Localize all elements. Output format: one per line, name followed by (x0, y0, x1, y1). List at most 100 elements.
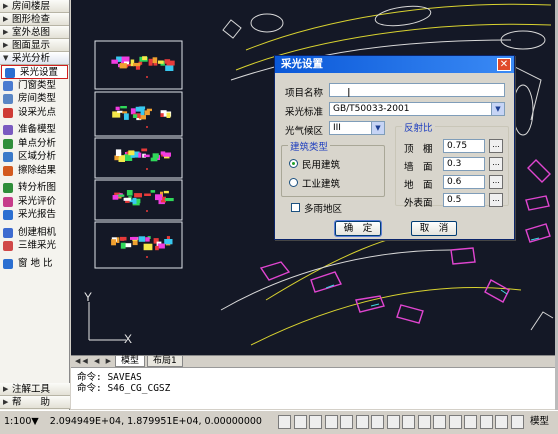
wall-input[interactable]: 0.3 (443, 157, 485, 171)
chevron-down-icon[interactable]: ▼ (491, 103, 504, 115)
floor-plan-mark (123, 197, 131, 201)
model-space-label[interactable]: 模型 (530, 411, 549, 433)
floor-plan-mark (133, 114, 138, 118)
floor-browse-button[interactable]: ... (489, 175, 503, 189)
chevron-down-icon[interactable]: ▼ (371, 122, 384, 134)
dialog-titlebar[interactable]: 采光设置 ✕ (275, 56, 514, 73)
panel-item-13[interactable]: 窗 地 比 (0, 257, 69, 271)
area-icon (3, 152, 13, 162)
tab-layout1[interactable]: 布局1 (147, 356, 183, 367)
panel-item-2[interactable]: 房间类型 (0, 92, 69, 106)
standard-label: 采光标准 (285, 107, 324, 118)
ducs-icon[interactable] (371, 415, 384, 429)
close-icon[interactable]: ✕ (497, 58, 511, 71)
panel-section-1[interactable]: ▶ 图形检查 (0, 13, 69, 26)
command-window[interactable]: 命令: SAVEAS 命令: S46_CG_CGSZ (71, 367, 555, 409)
floor-plan-mark (138, 236, 146, 242)
exterior-input[interactable]: 0.5 (443, 193, 485, 207)
expand-arrow-icon: ▶ (3, 41, 9, 49)
panel-item-0[interactable]: 采光设置 (1, 65, 68, 79)
panel-bottom-section-label: 注解工具 (12, 384, 51, 395)
panel-section-0[interactable]: ▶ 房间楼层 (0, 0, 69, 13)
convert-icon (3, 183, 13, 193)
panel-item-6[interactable]: 区域分析 (0, 150, 69, 164)
radio-civil[interactable] (289, 159, 298, 168)
sc-icon[interactable] (433, 415, 446, 429)
panel-bottom-section-0[interactable]: ▶ 注解工具 (0, 383, 70, 396)
dyn-icon[interactable] (386, 415, 400, 429)
ortho-icon[interactable] (309, 415, 322, 429)
annotation-icon[interactable] (464, 415, 477, 429)
floor-plan-mark (160, 151, 166, 155)
lwt-icon[interactable] (402, 415, 415, 429)
axis-y-label: Y (84, 290, 92, 304)
floor-plan-mark (120, 242, 126, 249)
floor-plan-mark (166, 60, 175, 66)
radio-civil-label[interactable]: 民用建筑 (302, 157, 340, 171)
panel-item-1[interactable]: 门窗类型 (0, 79, 69, 93)
panel-section-daylight[interactable]: ▼ 采光分析 (0, 52, 69, 65)
panel-item-10[interactable]: 采光报告 (0, 208, 69, 222)
cancel-button[interactable]: 取 消 (411, 221, 457, 236)
ratio-icon (3, 258, 13, 269)
panel-item-10-label: 采光报告 (18, 209, 57, 220)
panel-section-3[interactable]: ▶ 图面显示 (0, 39, 69, 52)
panel-item-4[interactable]: 准备模型 (0, 123, 69, 137)
model-icon[interactable] (448, 415, 462, 429)
osnap-icon[interactable] (340, 415, 353, 429)
multi-rain-label[interactable]: 多雨地区 (304, 201, 342, 215)
command-line-2: 命令: S46_CG_CGSZ (77, 383, 171, 394)
radio-industrial[interactable] (289, 178, 298, 187)
floor-plan-mark (132, 197, 137, 204)
floor-plan-mark (135, 65, 140, 70)
panel-item-9[interactable]: 采光评价 (0, 195, 69, 209)
panel-bottom-section-1[interactable]: ▶ 帮 助 (0, 396, 70, 409)
floor-plan-mark (120, 106, 127, 109)
floor-plan-mark (148, 58, 153, 66)
panel-item-1-label: 门窗类型 (18, 79, 57, 91)
floor-plan-mark (164, 239, 173, 245)
panel-item-3-label: 设采光点 (18, 106, 57, 118)
radio-industrial-label[interactable]: 工业建筑 (302, 176, 340, 190)
scale-selector[interactable]: 1:100▼ (4, 416, 39, 427)
panel-item-8[interactable]: 转分析图 (0, 181, 69, 195)
floor-plan-mark (134, 193, 142, 198)
panel-item-11[interactable]: 创建相机 (0, 226, 69, 240)
panel-item-5[interactable]: 单点分析 (0, 137, 69, 151)
climate-zone-value: III (333, 123, 341, 133)
polar-icon[interactable] (324, 415, 338, 429)
floor-plan-mark (152, 57, 158, 64)
standard-select[interactable]: GB/T50033-2001 ▼ (329, 102, 505, 116)
floor-plan-mark (143, 243, 153, 251)
ceiling-browse-button[interactable]: ... (489, 139, 503, 153)
expand-arrow-icon: ▶ (3, 385, 9, 393)
floor-plan-mark (143, 154, 150, 158)
panel-item-7[interactable]: 擦除结果 (0, 164, 69, 178)
evaluate-icon (3, 196, 13, 207)
grid-icon[interactable] (293, 415, 307, 429)
floor-plan-mark (163, 190, 169, 194)
project-name-input[interactable] (329, 83, 505, 97)
clean-icon[interactable] (510, 415, 524, 429)
qp-icon[interactable] (417, 415, 431, 429)
lock-icon[interactable] (495, 415, 508, 429)
otrack-icon[interactable] (355, 415, 369, 429)
floor-plan-mark (139, 106, 146, 110)
expand-arrow-icon: ▶ (3, 28, 9, 36)
floor-plan-mark (155, 245, 159, 251)
panel-item-3[interactable]: 设采光点 (0, 106, 69, 120)
tab-model[interactable]: 模型 (115, 356, 146, 367)
wall-browse-button[interactable]: ... (489, 157, 503, 171)
floor-input[interactable]: 0.6 (443, 175, 485, 189)
panel-item-12[interactable]: 三维采光 (0, 239, 69, 253)
ceiling-input[interactable]: 0.75 (443, 139, 485, 153)
ok-button[interactable]: 确 定 (334, 220, 382, 237)
exterior-browse-button[interactable]: ... (489, 193, 503, 207)
panel-section-2[interactable]: ▶ 室外总图 (0, 26, 69, 39)
climate-zone-select[interactable]: III ▼ (329, 121, 385, 135)
snap-icon[interactable] (278, 415, 291, 429)
climate-zone-label: 光气候区 (285, 126, 324, 137)
floor-plan-dot (146, 256, 148, 258)
workspace-icon[interactable] (479, 415, 493, 429)
multi-rain-checkbox[interactable] (291, 203, 300, 212)
